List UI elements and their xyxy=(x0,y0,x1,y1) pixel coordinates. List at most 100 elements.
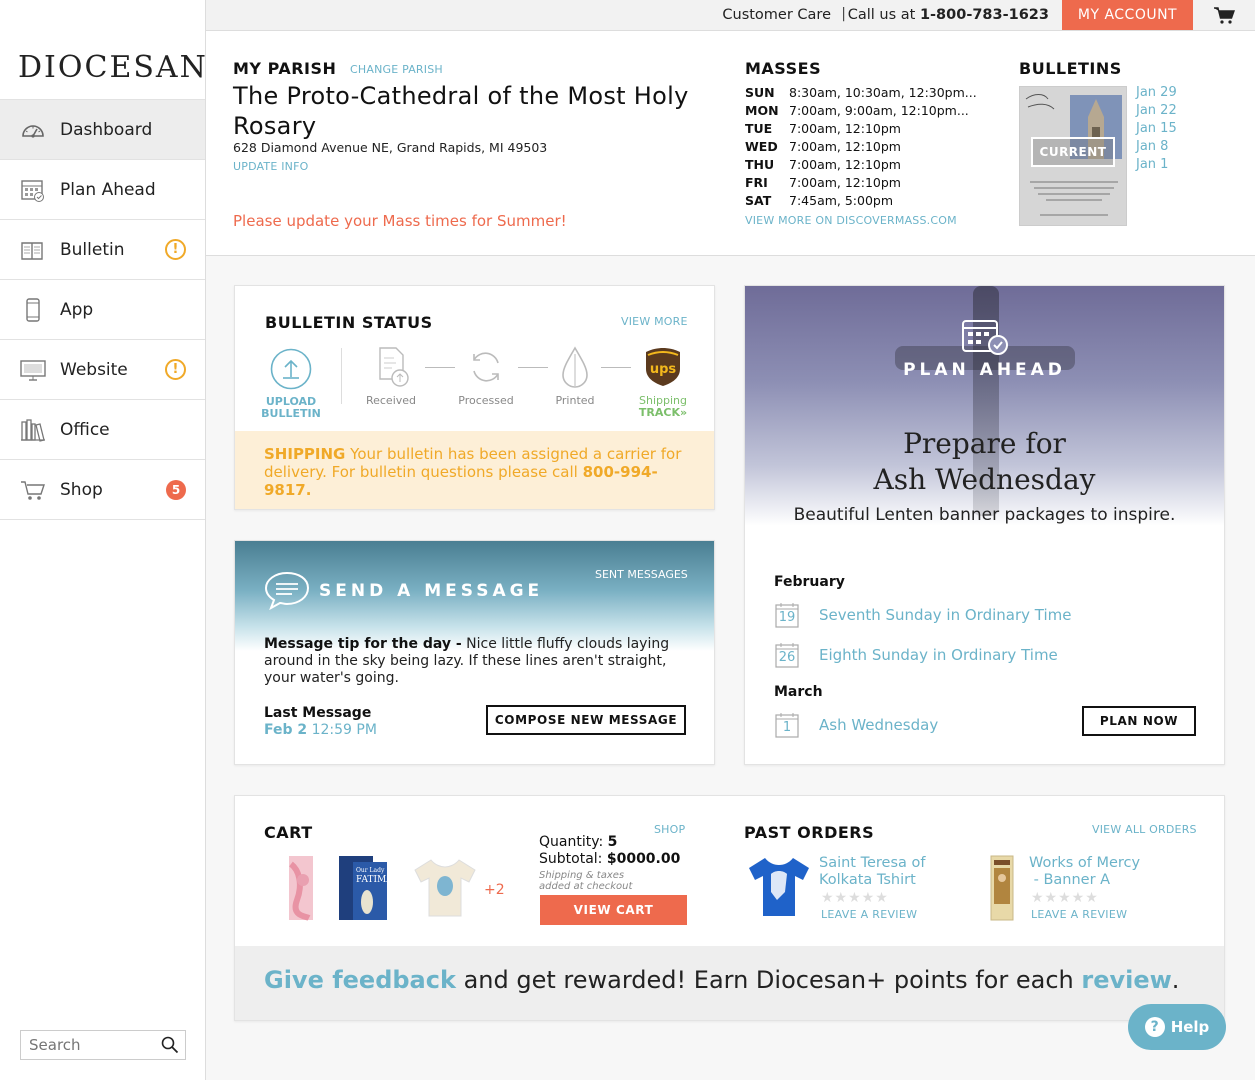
sidebar-item-bulletin[interactable]: Bulletin ! xyxy=(0,219,205,279)
my-parish-label: MY PARISH xyxy=(233,59,337,78)
mass-times-warning[interactable]: Please update your Mass times for Summer… xyxy=(233,212,567,230)
cart-item-banner-image[interactable] xyxy=(287,854,315,922)
step-connector xyxy=(518,367,548,368)
change-parish-link[interactable]: CHANGE PARISH xyxy=(350,63,443,76)
bulletin-status-card: BULLETIN STATUS VIEW MORE UPLOAD BULLETI… xyxy=(234,285,715,510)
compose-message-button[interactable]: COMPOSE NEW MESSAGE xyxy=(486,705,686,735)
discover-mass-link[interactable]: VIEW MORE ON DISCOVERMASS.COM xyxy=(745,214,957,227)
order-name-line: Works of Mercy xyxy=(1029,855,1141,871)
cart-icon[interactable] xyxy=(1214,6,1236,24)
monitor-icon xyxy=(20,359,46,381)
phone-number[interactable]: 1-800-783-1623 xyxy=(920,7,1049,23)
shipping-alert: SHIPPING Your bulletin has been assigned… xyxy=(235,431,714,509)
sidebar-item-app[interactable]: App xyxy=(0,279,205,339)
rating-stars[interactable]: ★★★★★ xyxy=(1031,890,1099,906)
search-icon[interactable] xyxy=(161,1036,179,1054)
event-name: Seventh Sunday in Ordinary Time xyxy=(819,606,1072,624)
update-info-link[interactable]: UPDATE INFO xyxy=(233,160,308,173)
upload-bulletin-button[interactable]: UPLOAD BULLETIN xyxy=(261,348,321,420)
view-all-orders-link[interactable]: VIEW ALL ORDERS xyxy=(1092,823,1197,836)
calendar-day-icon: 1 xyxy=(775,712,799,738)
shipping-note-line: added at checkout xyxy=(539,881,633,892)
last-message-day: Feb 2 xyxy=(264,722,308,738)
order-name-line: Kolkata Tshirt xyxy=(819,872,916,888)
bulletin-view-more-link[interactable]: VIEW MORE xyxy=(621,315,688,328)
shop-count-badge: 5 xyxy=(166,479,186,500)
sidebar-item-plan-ahead[interactable]: Plan Ahead xyxy=(0,159,205,219)
send-message-title: SEND A MESSAGE xyxy=(319,581,544,601)
bulletin-date-link[interactable]: Jan 29 xyxy=(1136,84,1177,102)
my-account-button[interactable]: MY ACCOUNT xyxy=(1062,0,1193,30)
mass-times: 7:00am, 12:10pm xyxy=(789,157,901,172)
bulletin-date-list: Jan 29 Jan 22 Jan 15 Jan 8 Jan 1 xyxy=(1136,84,1177,174)
order-item-name[interactable]: Works of Mercy - Banner A xyxy=(1029,855,1140,889)
event-name: Ash Wednesday xyxy=(819,716,939,734)
step-shipping[interactable]: ups Shipping TRACK» xyxy=(635,346,691,418)
dashboard-gauge-icon xyxy=(22,124,44,138)
top-bar: Customer Care | Call us at 1-800-783-162… xyxy=(206,0,1255,31)
bulletin-date-link[interactable]: Jan 15 xyxy=(1136,120,1177,138)
bulletin-date-link[interactable]: Jan 8 xyxy=(1136,138,1177,156)
plan-now-button[interactable]: PLAN NOW xyxy=(1082,706,1196,736)
step-label: Received xyxy=(365,394,417,407)
review-link[interactable]: review xyxy=(1081,966,1171,994)
call-us: Call us at 1-800-783-1623 xyxy=(848,7,1049,23)
mass-times: 7:00am, 12:10pm xyxy=(789,139,901,154)
step-label: Printed xyxy=(555,394,595,407)
bulletin-alert-icon: ! xyxy=(165,239,186,260)
cart-summary: Quantity: 5 Subtotal: $0000.00 xyxy=(539,834,680,868)
customer-care-link[interactable]: Customer Care xyxy=(722,7,831,23)
mass-row: TUE 7:00am, 12:10pm xyxy=(745,120,977,138)
bulletin-date-link[interactable]: Jan 1 xyxy=(1136,156,1177,174)
leave-review-link[interactable]: LEAVE A REVIEW xyxy=(821,908,917,921)
sent-messages-link[interactable]: SENT MESSAGES xyxy=(595,568,688,581)
order-name-line: - Banner A xyxy=(1029,872,1111,888)
call-prefix: Call us at xyxy=(847,7,916,23)
give-feedback-link[interactable]: Give feedback xyxy=(264,966,456,994)
order-item-name[interactable]: Saint Teresa of Kolkata Tshirt xyxy=(819,855,926,889)
mass-times: 8:30am, 10:30am, 12:30pm... xyxy=(789,85,977,100)
search-box xyxy=(20,1030,186,1060)
heading-line: Prepare for xyxy=(903,427,1066,460)
event-item[interactable]: 26 Eighth Sunday in Ordinary Time xyxy=(775,642,1058,668)
message-tip: Message tip for the day - Nice little fl… xyxy=(264,636,694,687)
event-item[interactable]: 19 Seventh Sunday in Ordinary Time xyxy=(775,602,1071,628)
view-cart-button[interactable]: VIEW CART xyxy=(540,895,687,925)
chat-bubble-icon xyxy=(264,571,310,610)
search-input[interactable] xyxy=(21,1031,151,1059)
order-banner-image[interactable] xyxy=(987,854,1017,922)
mass-row: THU 7:00am, 12:10pm xyxy=(745,156,977,174)
sidebar-item-label: Dashboard xyxy=(60,119,153,140)
sidebar-item-website[interactable]: Website ! xyxy=(0,339,205,399)
bulletins-title: BULLETINS xyxy=(1019,59,1122,78)
track-link[interactable]: TRACK» xyxy=(635,407,691,418)
cart-item-tshirt-image[interactable] xyxy=(411,854,479,922)
event-item[interactable]: 1 Ash Wednesday xyxy=(775,712,938,738)
rating-stars[interactable]: ★★★★★ xyxy=(821,890,889,906)
step-processed: Processed xyxy=(455,346,517,407)
sidebar-item-dashboard[interactable]: Dashboard xyxy=(0,99,205,159)
cart-more-items[interactable]: +2 xyxy=(484,882,505,898)
order-name-line: Saint Teresa of xyxy=(819,855,926,871)
svg-text:ups: ups xyxy=(650,362,677,377)
bulletin-book-icon xyxy=(21,241,43,260)
past-orders-title: PAST ORDERS xyxy=(744,823,875,842)
mass-day: TUE xyxy=(745,121,773,136)
masses-title: MASSES xyxy=(745,59,822,78)
logo[interactable]: DIOCESAN xyxy=(18,50,208,85)
current-bulletin-label: CURRENT xyxy=(1031,137,1115,167)
feedback-text: and get rewarded! Earn Diocesan+ points … xyxy=(455,966,1082,994)
order-tshirt-image[interactable] xyxy=(747,854,811,920)
sidebar-item-shop[interactable]: Shop 5 xyxy=(0,459,205,520)
current-bulletin-thumbnail[interactable]: CURRENT xyxy=(1019,86,1127,226)
cart-item-fatima-card-image[interactable]: Our LadyFATIMA xyxy=(337,854,389,922)
sidebar-item-label: Website xyxy=(60,359,128,380)
leave-review-link[interactable]: LEAVE A REVIEW xyxy=(1031,908,1127,921)
mass-times: 7:00am, 12:10pm xyxy=(789,175,901,190)
received-document-icon xyxy=(379,347,409,387)
sidebar-item-label: App xyxy=(60,299,94,320)
help-button[interactable]: ? Help xyxy=(1128,1004,1226,1050)
sidebar-item-office[interactable]: Office xyxy=(0,399,205,459)
bulletin-date-link[interactable]: Jan 22 xyxy=(1136,102,1177,120)
event-day: 26 xyxy=(778,650,796,665)
